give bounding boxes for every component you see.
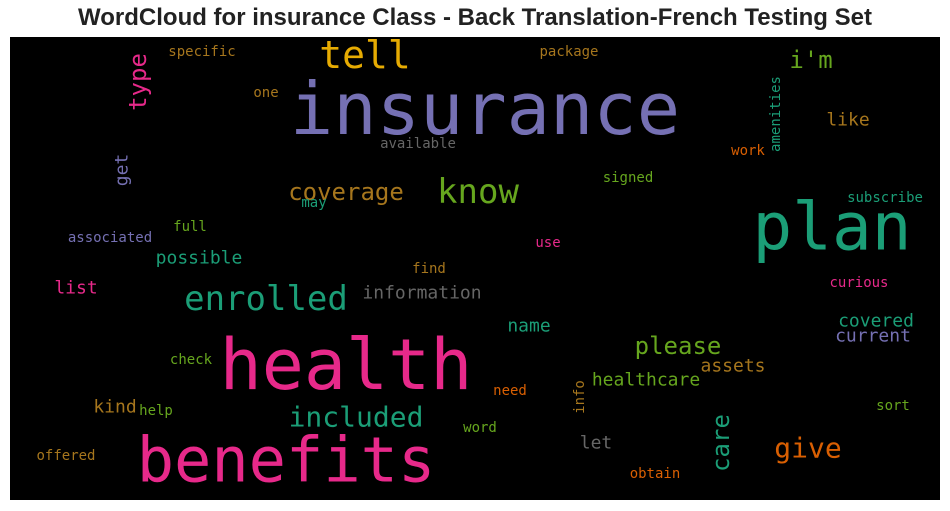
word-current: current <box>835 326 911 347</box>
word-tell: tell <box>319 37 411 77</box>
word-specific: specific <box>168 44 235 60</box>
word-full: full <box>173 219 207 235</box>
word-know: know <box>437 172 519 212</box>
word-check: check <box>170 352 213 368</box>
word-assets: assets <box>700 356 765 377</box>
word-name: name <box>507 316 550 337</box>
word-use: use <box>535 235 560 251</box>
word-give: give <box>774 432 841 465</box>
word-may: may <box>301 195 326 211</box>
word-info: info <box>572 380 588 414</box>
word-available: available <box>380 136 456 152</box>
word-included: included <box>289 401 424 434</box>
word-healthcare: healthcare <box>592 370 700 391</box>
word-im: i'm <box>789 46 832 74</box>
word-associated: associated <box>68 230 152 246</box>
word-find: find <box>412 261 446 277</box>
word-amenities: amenities <box>768 76 784 152</box>
word-get: get <box>112 154 133 187</box>
word-kind: kind <box>93 397 136 418</box>
wordcloud-canvas: insurancehealthbenefitsplantellenrolledk… <box>10 37 940 500</box>
word-one: one <box>253 85 278 101</box>
word-information: information <box>362 283 481 304</box>
word-insurance: insurance <box>290 67 680 151</box>
chart-title: WordCloud for insurance Class - Back Tra… <box>78 4 872 31</box>
word-care: care <box>707 414 735 472</box>
word-subscribe: subscribe <box>847 190 923 206</box>
word-word: word <box>463 420 497 436</box>
word-curious: curious <box>829 275 888 291</box>
word-obtain: obtain <box>630 466 681 482</box>
word-work: work <box>731 143 765 159</box>
word-offered: offered <box>36 448 95 464</box>
word-possible: possible <box>156 248 243 269</box>
word-health: health <box>220 324 473 406</box>
word-type: type <box>124 53 152 111</box>
word-sort: sort <box>876 398 910 414</box>
word-signed: signed <box>603 170 654 186</box>
word-enrolled: enrolled <box>184 279 348 319</box>
word-need: need <box>493 383 527 399</box>
word-like: like <box>826 110 869 131</box>
word-package: package <box>539 44 598 60</box>
word-let: let <box>580 433 613 454</box>
word-benefits: benefits <box>137 424 436 497</box>
word-help: help <box>139 403 173 419</box>
word-list: list <box>54 278 97 299</box>
